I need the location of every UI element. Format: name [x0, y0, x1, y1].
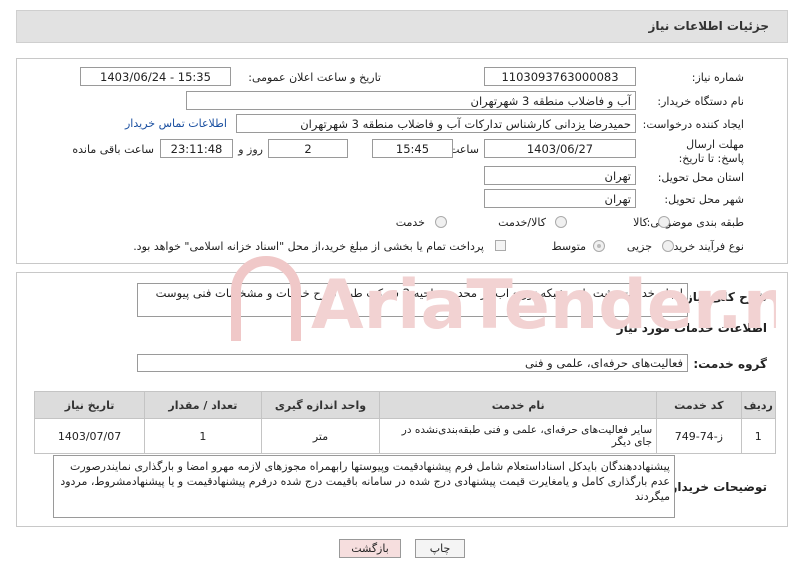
category-service-radio[interactable] — [435, 216, 447, 228]
cell-service-code: ز-74-749 — [656, 418, 742, 454]
table-row: 1 ز-74-749 سایر فعالیت‌های حرفه‌ای، علمی… — [33, 418, 777, 454]
process-minor-radio[interactable] — [662, 240, 674, 252]
cell-quantity: 1 — [144, 418, 262, 454]
deadline-label: مهلت ارسال پاسخ: تا تاریخ: — [678, 138, 744, 165]
cell-unit: متر — [260, 418, 381, 454]
services-table: ردیف کد خدمت نام خدمت واحد اندازه گیری ت… — [33, 391, 777, 454]
service-group-field: فعالیت‌های حرفه‌ای، علمی و فنی — [137, 354, 688, 372]
print-button[interactable]: چاپ — [415, 539, 465, 558]
process-label: نوع فرآیند خرید : — [666, 240, 744, 253]
need-number-field: 1103093763000083 — [484, 67, 636, 86]
province-field: تهران — [484, 166, 636, 185]
city-field: تهران — [484, 189, 636, 208]
col-row: ردیف — [740, 391, 777, 419]
col-unit: واحد اندازه گیری — [260, 391, 381, 419]
buyer-contact-link[interactable]: اطلاعات تماس خریدار — [125, 117, 227, 130]
cell-need-date: 1403/07/07 — [33, 418, 146, 454]
creator-field: حمیدرضا یزدانی کارشناس تدارکات آب و فاضل… — [236, 114, 636, 133]
summary-label: شرح کلی نیاز: — [681, 290, 767, 304]
process-medium-radio[interactable] — [593, 240, 605, 252]
col-need-date: تاریخ نیاز — [33, 391, 146, 419]
deadline-time-label: ساعت — [449, 143, 479, 156]
services-section-title: اطلاعات خدمات مورد نیاز — [616, 321, 767, 335]
category-service-label: خدمت — [395, 216, 425, 229]
page-title: جزئیات اطلاعات نیاز — [648, 19, 769, 33]
buyer-notes-label: توضیحات خریدار: — [665, 480, 767, 494]
service-group-label: گروه خدمت: — [693, 357, 767, 371]
process-medium-label: متوسط — [551, 240, 586, 253]
category-goods-radio[interactable] — [658, 216, 670, 228]
province-label: استان محل تحویل: — [657, 171, 744, 184]
remaining-time-label: ساعت باقی مانده — [72, 143, 154, 156]
treasury-payment-note: پرداخت تمام یا بخشی از مبلغ خرید،از محل … — [133, 240, 484, 253]
col-quantity: تعداد / مقدار — [144, 391, 262, 419]
summary-textarea: انجام خدمات نشت یابی شبکه توزیع آب در مح… — [137, 283, 688, 317]
services-table-header: ردیف کد خدمت نام خدمت واحد اندازه گیری ت… — [33, 391, 777, 419]
remaining-time-field: 23:11:48 — [160, 139, 233, 158]
days-label: روز و — [238, 143, 263, 156]
city-label: شهر محل تحویل: — [664, 193, 744, 206]
days-remaining-field: 2 — [268, 139, 348, 158]
page-header: جزئیات اطلاعات نیاز — [16, 10, 788, 43]
deadline-time-field: 15:45 — [372, 139, 453, 158]
col-service-name: نام خدمت — [379, 391, 658, 419]
deadline-date-field: 1403/06/27 — [484, 139, 636, 158]
treasury-payment-checkbox[interactable] — [495, 240, 506, 251]
announce-datetime-field: 1403/06/24 - 15:35 — [80, 67, 231, 86]
announce-datetime-label: تاریخ و ساعت اعلان عمومی: — [248, 71, 381, 84]
need-number-label: شماره نیاز: — [691, 71, 744, 84]
buyer-org-field: آب و فاضلاب منطقه 3 شهرتهران — [186, 91, 636, 110]
back-button[interactable]: بازگشت — [339, 539, 401, 558]
buyer-notes-textarea: پیشنهاددهندگان بایدکل اسناداستعلام شامل … — [53, 455, 675, 518]
col-service-code: کد خدمت — [656, 391, 742, 419]
process-minor-label: جزیی — [626, 240, 652, 253]
buyer-org-label: نام دستگاه خریدار: — [657, 95, 744, 108]
category-goods-label: کالا — [633, 216, 648, 229]
category-goods-service-radio[interactable] — [555, 216, 567, 228]
category-goods-service-label: کالا/خدمت — [498, 216, 546, 229]
cell-row: 1 — [740, 418, 777, 454]
cell-service-name: سایر فعالیت‌های حرفه‌ای، علمی و فنی طبقه… — [379, 418, 658, 454]
creator-label: ایجاد کننده درخواست: — [642, 118, 744, 131]
